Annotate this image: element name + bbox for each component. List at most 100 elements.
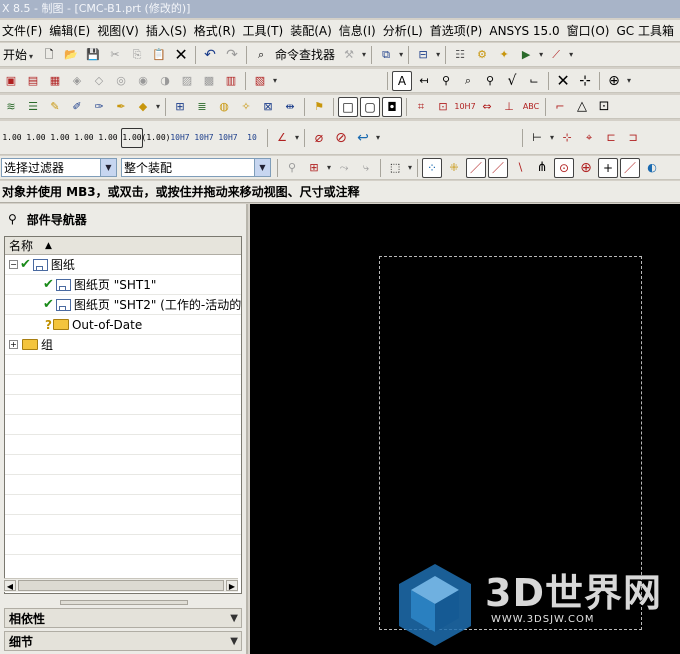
existing-point-icon[interactable]: +	[598, 157, 619, 178]
snap-multi-icon[interactable]: ⁜	[444, 158, 464, 178]
frame-icon[interactable]: □	[338, 96, 359, 117]
hide-icon[interactable]: ⚑	[309, 97, 329, 117]
chevron-down-icon[interactable]: ▼	[100, 159, 116, 176]
scrollbar-thumb[interactable]	[18, 580, 224, 591]
selection-scope-dropdown[interactable]: 整个装配 ▼	[121, 158, 271, 177]
mirror-icon[interactable]: ⊏	[601, 128, 621, 148]
view-boundary-icon[interactable]: ▥	[221, 71, 241, 91]
tolerance-limit-icon[interactable]: 1.00	[25, 128, 47, 148]
insert-sheet-icon[interactable]: ⊡	[594, 97, 614, 117]
navigator-tree[interactable]: 名称 ▲ − ✔ 图纸 ✔ 图纸页 "SHT1" ✔ 图纸页 "SHT2" (工…	[4, 236, 242, 594]
point-icon[interactable]: ⊹	[557, 128, 577, 148]
fit-h7-limit-icon[interactable]: 10H7	[193, 128, 215, 148]
weld-symbol-icon[interactable]: ⌙	[524, 71, 544, 91]
scroll-right-icon[interactable]: ▶	[226, 580, 238, 591]
menu-gc-toolbox[interactable]: GC 工具箱	[614, 20, 679, 41]
menu-file[interactable]: 文件(F)	[0, 20, 47, 41]
snap-point-icon[interactable]: ⚲	[282, 158, 302, 178]
end-point-icon[interactable]: ／	[466, 157, 487, 178]
half-section-icon[interactable]: ◑	[155, 71, 175, 91]
basic-dimension-icon[interactable]: 1.00	[121, 127, 143, 148]
pencil-icon[interactable]: ✎	[45, 97, 65, 117]
gear-icon[interactable]: ⚙	[472, 45, 492, 65]
note-icon[interactable]: ⌐	[550, 97, 570, 117]
menu-format[interactable]: 格式(R)	[192, 20, 241, 41]
fit-h7-stack-icon[interactable]: 10H7	[217, 128, 239, 148]
tree-node-drawing[interactable]: − ✔ 图纸	[5, 255, 241, 275]
scroll-left-icon[interactable]: ◀	[4, 580, 16, 591]
style-icon[interactable]: ✑	[89, 97, 109, 117]
dependencies-panel[interactable]: 相依性 ▼	[4, 608, 242, 628]
fit-h7-icon[interactable]: 10H7	[169, 128, 191, 148]
tolerance-stack-icon[interactable]: 1.00	[97, 128, 119, 148]
chevron-down-icon[interactable]: ▾	[327, 163, 331, 172]
open-sheet-icon[interactable]: ▤	[23, 71, 43, 91]
reset-icon[interactable]: ↩	[353, 128, 373, 148]
redo-icon[interactable]: ↷	[222, 45, 242, 65]
rectangle-select-icon[interactable]: ⬚	[385, 158, 405, 178]
layer-icon[interactable]: ⧉	[376, 45, 396, 65]
pin-icon[interactable]: ⚲	[8, 212, 17, 226]
details-panel[interactable]: 细节 ▼	[4, 631, 242, 651]
panel-splitter[interactable]	[60, 600, 188, 605]
radius-icon[interactable]: ⊘	[331, 128, 351, 148]
menu-window[interactable]: 窗口(O)	[565, 20, 615, 41]
hole-callout-icon[interactable]: 10H7	[454, 97, 475, 117]
zoom-area-icon[interactable]: ⚲	[480, 71, 500, 91]
menu-analysis[interactable]: 分析(L)	[381, 20, 428, 41]
projected-view-icon[interactable]: ◇	[89, 71, 109, 91]
intersection-icon[interactable]: ⋔	[532, 158, 552, 178]
collapse-icon[interactable]: −	[9, 260, 18, 269]
expand-icon[interactable]: +	[9, 340, 18, 349]
tolerance-none-icon[interactable]: 1.00	[1, 128, 23, 148]
chevron-down-icon[interactable]: ▾	[436, 50, 440, 59]
chevron-down-icon[interactable]: ▾	[362, 50, 366, 59]
abc-table-icon[interactable]: ABC	[521, 97, 541, 117]
arc-center-icon[interactable]: ⊙	[554, 157, 575, 178]
ordinate-dimension-icon[interactable]: ⊥	[499, 97, 519, 117]
type-filter-dropdown[interactable]: 选择过滤器 ▼	[1, 158, 117, 177]
zoom-icon[interactable]: ⌕	[458, 71, 478, 91]
centerline-icon[interactable]: ⊹	[575, 71, 595, 91]
tree-node-groups[interactable]: + 组	[5, 335, 241, 355]
chevron-down-icon[interactable]: ▾	[408, 163, 412, 172]
center-mark-icon[interactable]: ⊕	[604, 71, 624, 91]
mid-point-icon[interactable]: ／	[488, 157, 509, 178]
parts-list-icon[interactable]: ≣	[192, 97, 212, 117]
detail-view-icon[interactable]: ◎	[111, 71, 131, 91]
break-view-icon[interactable]: ▨	[177, 71, 197, 91]
menu-tools[interactable]: 工具(T)	[241, 20, 289, 41]
snap-enable-icon[interactable]: ⁘	[422, 157, 443, 178]
dimension-style-icon[interactable]: ⊢	[527, 128, 547, 148]
grid-icon[interactable]: ⊠	[258, 97, 278, 117]
new-sheet-icon[interactable]: ▣	[1, 71, 21, 91]
measure-icon[interactable]: ⟋	[546, 45, 566, 65]
point-dialog-icon[interactable]: ⊞	[304, 158, 324, 178]
new-file-icon[interactable]: 🗋	[39, 45, 59, 65]
chevron-down-icon[interactable]: ▾	[569, 50, 573, 59]
table-icon[interactable]: ⊞	[170, 97, 190, 117]
title-bar[interactable]: X 8.5 - 制图 - [CMC-B1.prt (修改的)]	[0, 0, 680, 18]
command-finder-button[interactable]: 命令查找器	[272, 46, 338, 63]
section-view-icon[interactable]: ◉	[133, 71, 153, 91]
layers-icon[interactable]: ≋	[1, 97, 21, 117]
selection-intent-icon[interactable]: ⤳	[334, 158, 354, 178]
undo-icon[interactable]: ↶	[200, 45, 220, 65]
chain-dimension-icon[interactable]: ⇔	[477, 97, 497, 117]
tolerance-unilateral-icon[interactable]: 1.00	[73, 128, 95, 148]
offset-icon[interactable]: ⊐	[623, 128, 643, 148]
snap-icon[interactable]: ⌖	[579, 128, 599, 148]
leader-icon[interactable]: ↤	[414, 71, 434, 91]
menu-assemblies[interactable]: 装配(A)	[288, 20, 337, 41]
menu-information[interactable]: 信息(I)	[337, 20, 381, 41]
angle-dimension-icon[interactable]: ∠	[272, 128, 292, 148]
label-icon[interactable]: ◘	[382, 96, 403, 117]
edit-icon[interactable]: ✐	[67, 97, 87, 117]
palette-icon[interactable]: ◆	[133, 97, 153, 117]
text-note-icon[interactable]: A	[392, 70, 413, 91]
datum-feature-icon[interactable]: ⚲	[436, 71, 456, 91]
cut-icon[interactable]: ✂	[105, 45, 125, 65]
chevron-down-icon[interactable]: ▾	[550, 133, 554, 142]
feature-control-icon[interactable]: ⊡	[433, 97, 453, 117]
fit-value-icon[interactable]: 10	[241, 128, 263, 148]
